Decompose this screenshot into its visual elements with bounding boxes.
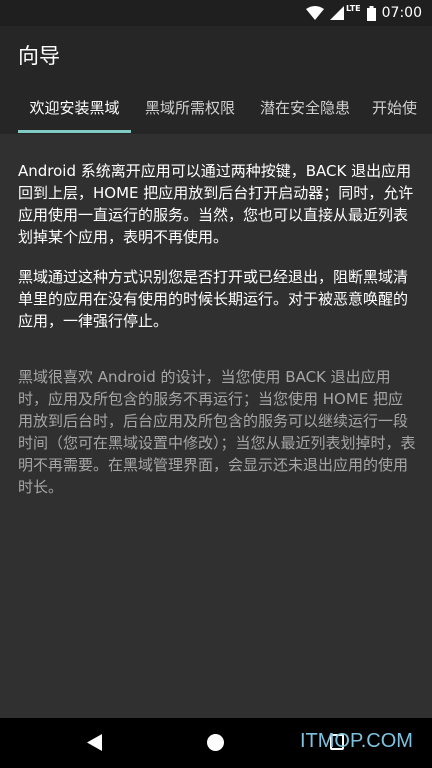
tab-indicator bbox=[18, 130, 131, 133]
status-bar: LTE 07:00 bbox=[0, 0, 432, 26]
wifi-icon bbox=[305, 6, 324, 20]
page-title: 向导 bbox=[18, 44, 60, 68]
tab-welcome[interactable]: 欢迎安装黑域 bbox=[18, 82, 131, 134]
network-type-label: LTE bbox=[345, 3, 361, 13]
design-paragraph: 黑域很喜欢 Android 的设计，当您使用 BACK 退出应用时，应用及所包含… bbox=[18, 368, 416, 496]
cell-signal-icon bbox=[329, 6, 344, 20]
back-icon[interactable] bbox=[87, 734, 103, 751]
battery-icon bbox=[366, 5, 376, 21]
home-icon[interactable] bbox=[207, 734, 224, 751]
status-time: 07:00 bbox=[381, 5, 422, 21]
app-bar: 向导 bbox=[0, 26, 432, 82]
tab-get-started[interactable]: 开始使 bbox=[372, 82, 432, 134]
welcome-content: Android 系统离开应用可以通过两种按键，BACK 退出应用回到上层，HOM… bbox=[18, 160, 416, 516]
mechanism-paragraph: 黑域通过这种方式识别您是否打开或已经退出，阻断黑域清单里的应用在没有使用的时候长… bbox=[18, 268, 409, 330]
watermark: ITMOP.COM bbox=[300, 730, 413, 752]
tab-permissions[interactable]: 黑域所需权限 bbox=[140, 82, 240, 134]
tab-bar: 欢迎安装黑域 黑域所需权限 潜在安全隐患 开始使 bbox=[0, 82, 432, 134]
intro-paragraph: Android 系统离开应用可以通过两种按键，BACK 退出应用回到上层，HOM… bbox=[18, 162, 414, 246]
tab-security-risks[interactable]: 潜在安全隐患 bbox=[255, 82, 355, 134]
